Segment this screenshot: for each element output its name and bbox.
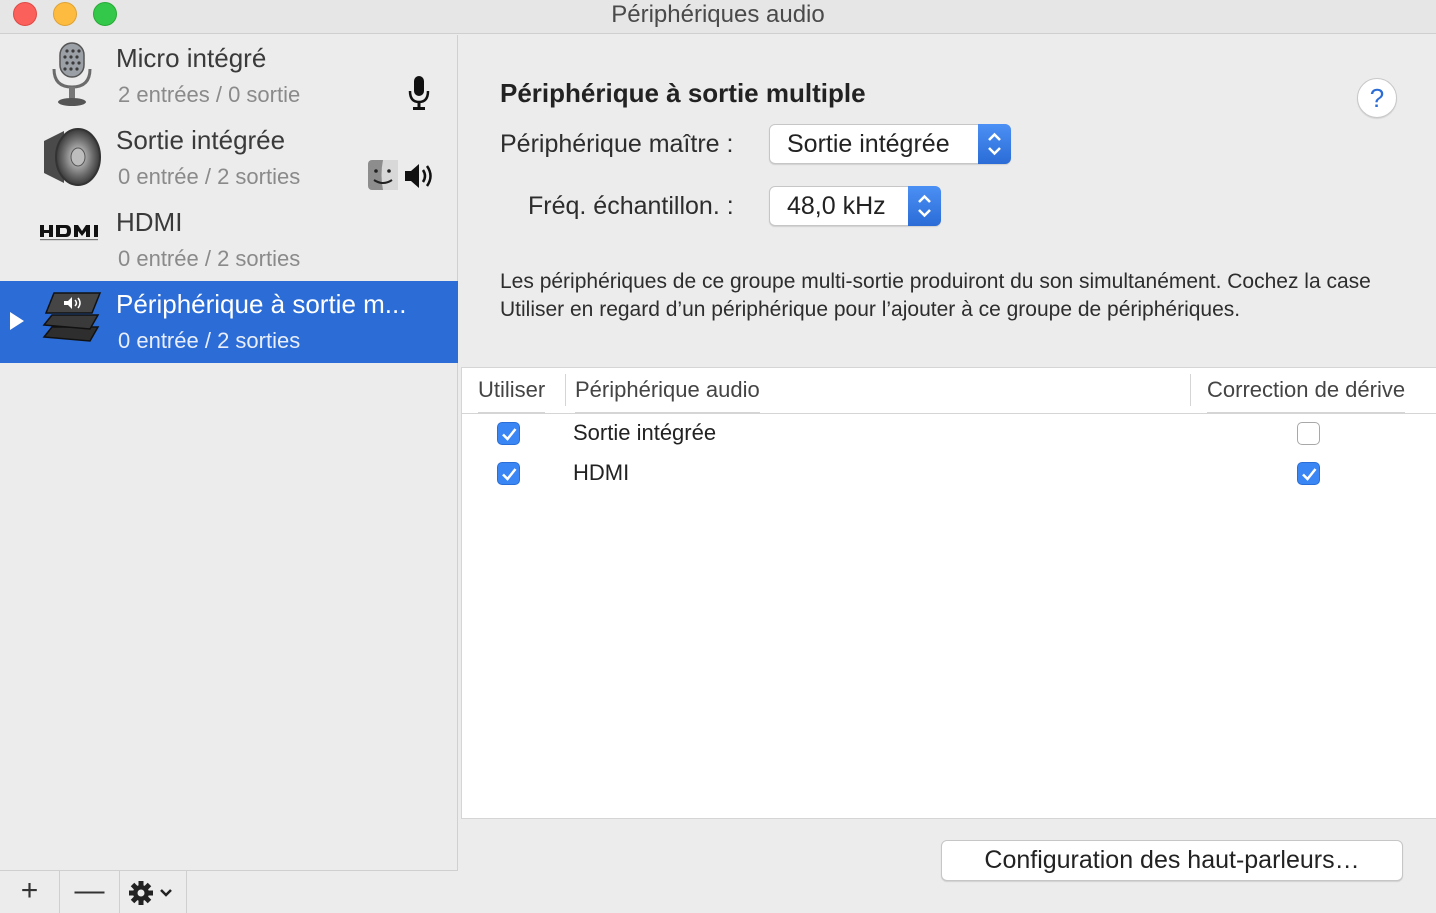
master-device-popup[interactable]: Sortie intégrée bbox=[769, 124, 1011, 164]
window-title: Périphériques audio bbox=[611, 1, 825, 28]
column-header-use[interactable]: Utiliser bbox=[478, 368, 546, 413]
action-menu-button[interactable] bbox=[120, 871, 187, 913]
column-divider bbox=[565, 374, 566, 406]
hdmi-logo bbox=[40, 225, 98, 241]
gear-icon bbox=[129, 881, 172, 905]
device-sidebar: Micro intégré 2 entrées / 0 sortie Sorti… bbox=[0, 35, 458, 913]
device-item-multi-output[interactable]: Périphérique à sortie m... 0 entrée / 2 … bbox=[0, 281, 458, 363]
help-button[interactable]: ? bbox=[1357, 78, 1397, 118]
column-header-device[interactable]: Périphérique audio bbox=[575, 368, 760, 413]
popup-arrows-icon bbox=[908, 186, 941, 226]
checkmark-icon bbox=[502, 468, 517, 481]
device-name: Sortie intégrée bbox=[116, 125, 286, 155]
disclosure-triangle-icon[interactable] bbox=[10, 312, 24, 330]
use-checkbox[interactable] bbox=[497, 462, 520, 485]
popup-arrows-icon bbox=[978, 124, 1011, 164]
speaker-configuration-button[interactable]: Configuration des haut-parleurs… bbox=[941, 840, 1403, 881]
speaker-icon bbox=[44, 128, 101, 186]
device-cell: HDMI bbox=[573, 460, 630, 485]
column-divider bbox=[1190, 374, 1191, 406]
master-device-label: Périphérique maître : bbox=[500, 130, 734, 158]
sample-rate-value: 48,0 kHz bbox=[787, 192, 886, 220]
sidebar-toolbar: + — bbox=[0, 870, 458, 913]
checkmark-icon bbox=[1302, 468, 1317, 481]
remove-device-button[interactable]: — bbox=[60, 871, 120, 913]
multi-output-icon bbox=[42, 292, 102, 342]
device-io: 0 entrée / 2 sorties bbox=[118, 164, 301, 189]
sample-rate-popup[interactable]: 48,0 kHz bbox=[769, 186, 941, 226]
column-header-drift[interactable]: Correction de dérive bbox=[1207, 368, 1406, 413]
drift-correction-checkbox[interactable] bbox=[1297, 462, 1320, 485]
add-device-button[interactable]: + bbox=[0, 871, 60, 913]
device-name: Périphérique à sortie m... bbox=[116, 289, 407, 319]
device-io: 0 entrée / 2 sorties bbox=[118, 328, 301, 353]
title-bar: Périphériques audio bbox=[0, 0, 1436, 34]
device-item-hdmi[interactable]: HDMI 0 entrée / 2 sorties bbox=[0, 199, 458, 281]
sample-rate-label: Fréq. échantillon. : bbox=[528, 192, 734, 220]
device-io: 2 entrées / 0 sortie bbox=[118, 82, 301, 107]
device-name: Micro intégré bbox=[116, 43, 267, 73]
microphone-icon bbox=[52, 42, 92, 106]
default-output-speaker-icon bbox=[405, 164, 432, 188]
device-name: HDMI bbox=[116, 207, 183, 237]
master-device-value: Sortie intégrée bbox=[787, 130, 950, 158]
device-io: 0 entrée / 2 sorties bbox=[118, 246, 301, 271]
device-table: Utiliser Périphérique audio Correction d… bbox=[461, 367, 1436, 819]
default-input-mic-icon bbox=[408, 76, 430, 110]
device-cell: Sortie intégrée bbox=[573, 420, 717, 445]
detail-title: Périphérique à sortie multiple bbox=[500, 78, 866, 108]
device-item-micro[interactable]: Micro intégré 2 entrées / 0 sortie bbox=[0, 35, 458, 117]
group-description: Les périphériques de ce groupe multi-sor… bbox=[500, 270, 1371, 321]
use-checkbox[interactable] bbox=[497, 422, 520, 445]
header-divider bbox=[462, 413, 1436, 414]
drift-correction-checkbox[interactable] bbox=[1297, 422, 1320, 445]
checkmark-icon bbox=[502, 428, 517, 441]
finder-icon bbox=[368, 160, 398, 190]
